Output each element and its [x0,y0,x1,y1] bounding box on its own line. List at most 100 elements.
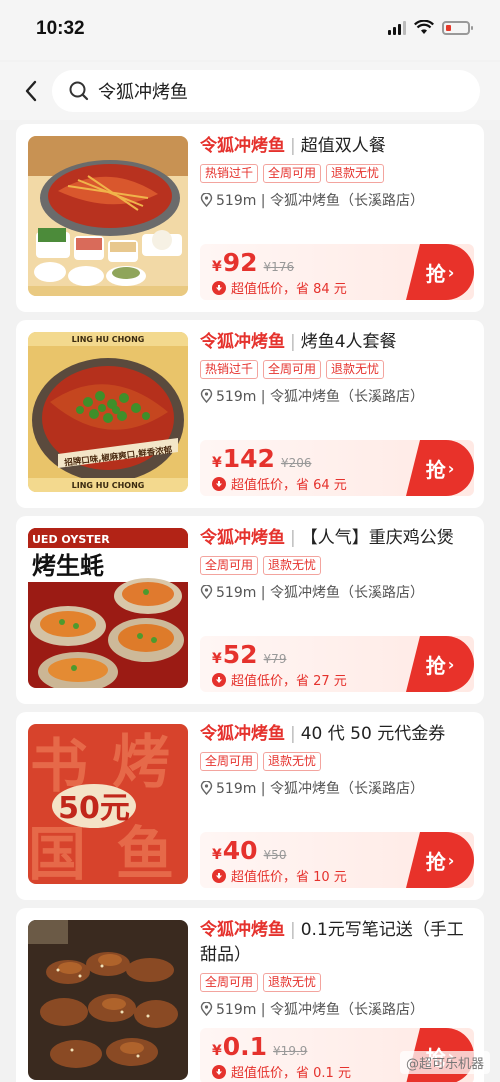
down-arrow-icon [212,280,226,295]
chevron-right-icon: › [447,654,455,674]
search-query: 令狐冲烤鱼 [98,82,188,103]
deal-price: 52 [222,640,258,669]
down-arrow-icon [212,868,226,883]
saving-line: 超值低价，省 64 元 [212,474,347,493]
location-row: 519m | 令狐冲烤鱼（长溪路店） [200,386,474,406]
shop-name: 令狐冲烤鱼 [200,528,285,548]
currency-symbol: ¥ [212,847,222,863]
location-pin-icon [200,1002,213,1016]
tag: 退款无忧 [263,752,322,771]
chevron-right-icon: › [447,458,455,478]
deal-card[interactable]: 令狐冲烤鱼 | 超值双人餐 热销过千 全周可用 退款无忧 519m | 令狐冲烤鱼（… [16,124,484,312]
location-text: 519m | 令狐冲烤鱼（长溪路店） [216,781,424,797]
saving-text: 超值低价，省 0.1 元 [231,1066,351,1081]
deal-info: 令狐冲烤鱼 | 超值双人餐 热销过千 全周可用 退款无忧 519m | 令狐冲烤鱼（… [200,134,474,210]
location-row: 519m | 令狐冲烤鱼（长溪路店） [200,999,474,1019]
chevron-left-icon [25,80,37,102]
currency-symbol: ¥ [212,1043,222,1059]
deal-image-skewers [28,920,188,1080]
price-area: ¥ 40 ¥50 超值低价，省 10 元 抢 › [200,832,474,888]
deal-name: 超值双人餐 [300,136,386,156]
location-pin-icon [200,389,213,403]
down-arrow-icon [212,1064,226,1079]
deal-image-fish-four: LING HU CHONG 招牌口味,椒麻爽口,鲜香浓郁 LING HU CHO… [28,332,188,492]
deal-card[interactable]: UED OYSTER 烤生蚝 令狐冲烤鱼 | 【人气】重庆鸡公煲 全周可用 退款无忧 [16,516,484,704]
deal-image-fish-double [28,136,188,296]
deal-info: 令狐冲烤鱼 | 40 代 50 元代金券 全周可用 退款无忧 519m | 令狐冲烤… [200,722,474,798]
deal-price: 0.1 [222,1032,268,1061]
image-big-text: 50元 [58,791,130,826]
location-text: 519m | 令狐冲烤鱼（长溪路店） [216,1002,424,1018]
deal-info: 令狐冲烤鱼 | 0.1元写笔记送（手工甜品） 全周可用 退款无忧 519m | 令狐… [200,918,474,1019]
original-price: ¥206 [280,456,312,470]
svg-text:鱼: 鱼 [116,820,174,884]
price-line: ¥ 52 ¥79 [212,640,286,669]
search-icon [69,81,89,101]
grab-button[interactable]: 抢› [406,832,474,888]
deal-list: 令狐冲烤鱼 | 超值双人餐 热销过千 全周可用 退款无忧 519m | 令狐冲烤鱼（… [16,124,484,1082]
search-input[interactable]: 令狐冲烤鱼 [52,70,480,112]
location-row: 519m | 令狐冲烤鱼（长溪路店） [200,778,474,798]
deal-price: 40 [222,836,258,865]
price-line: ¥ 92 ¥176 [212,248,294,277]
svg-text:国: 国 [28,820,86,884]
watermark: @超可乐机器 [399,1051,490,1074]
grab-button[interactable]: 抢› [406,636,474,692]
grab-button-label: 抢 [425,457,446,482]
tag: 热销过千 [200,164,259,183]
location-text: 519m | 令狐冲烤鱼（长溪路店） [216,389,424,405]
tag-row: 热销过千 全周可用 退款无忧 [200,360,474,379]
original-price: ¥176 [263,260,295,274]
deal-card[interactable]: LING HU CHONG 招牌口味,椒麻爽口,鲜香浓郁 LING HU CHO… [16,320,484,508]
price-line: ¥ 0.1 ¥19.9 [212,1032,307,1061]
signal-icon [388,20,406,35]
tag: 退款无忧 [326,164,385,183]
price-line: ¥ 142 ¥206 [212,444,311,473]
location-text: 519m | 令狐冲烤鱼（长溪路店） [216,193,424,209]
saving-line: 超值低价，省 0.1 元 [212,1062,351,1081]
saving-text: 超值低价，省 84 元 [231,282,347,297]
status-bar: 10:32 [0,0,500,60]
down-arrow-icon [212,476,226,491]
location-row: 519m | 令狐冲烤鱼（长溪路店） [200,190,474,210]
grab-button[interactable]: 抢› [406,440,474,496]
saving-text: 超值低价，省 27 元 [231,674,347,689]
tag: 全周可用 [200,973,259,992]
price-area: ¥ 92 ¥176 超值低价，省 84 元 抢 › [200,244,474,300]
location-row: 519m | 令狐冲烤鱼（长溪路店） [200,582,474,602]
saving-line: 超值低价，省 10 元 [212,866,347,885]
shop-name: 令狐冲烤鱼 [200,332,285,352]
tag: 全周可用 [263,360,322,379]
tag: 退款无忧 [263,973,322,992]
deal-title: 令狐冲烤鱼 | 【人气】重庆鸡公煲 [200,528,454,548]
status-time: 10:32 [36,18,85,39]
chevron-right-icon: › [447,262,455,282]
image-big-text: 烤生蚝 [32,552,104,580]
saving-text: 超值低价，省 10 元 [231,870,347,885]
wifi-icon [414,20,434,34]
image-bottom-text: LING HU CHONG [72,481,145,490]
price-area: ¥ 142 ¥206 超值低价，省 64 元 抢 › [200,440,474,496]
grab-button-label: 抢 [425,653,446,678]
grab-button-label: 抢 [425,849,446,874]
location-pin-icon [200,193,213,207]
tag-row: 全周可用 退款无忧 [200,556,474,575]
deal-info: 令狐冲烤鱼 | 烤鱼4人套餐 热销过千 全周可用 退款无忧 519m | 令狐冲烤鱼… [200,330,474,406]
tag-row: 全周可用 退款无忧 [200,973,474,992]
search-header: 令狐冲烤鱼 [0,62,500,120]
tag: 全周可用 [200,752,259,771]
original-price: ¥19.9 [273,1044,308,1058]
saving-text: 超值低价，省 64 元 [231,478,347,493]
deal-title: 令狐冲烤鱼 | 超值双人餐 [200,136,386,156]
price-area: ¥ 52 ¥79 超值低价，省 27 元 抢 › [200,636,474,692]
deal-card[interactable]: 书 烤 国 鱼 50元 令狐冲烤鱼 | 40 代 50 元代金券 全周可用 退款无忧… [16,712,484,900]
deal-name: 40 代 50 元代金券 [300,724,446,744]
deal-name: 烤鱼4人套餐 [300,332,397,352]
tag-row: 全周可用 退款无忧 [200,752,474,771]
grab-button[interactable]: 抢› [406,244,474,300]
location-pin-icon [200,781,213,795]
tag-row: 热销过千 全周可用 退款无忧 [200,164,474,183]
back-button[interactable] [20,78,42,104]
deal-image-oyster: UED OYSTER 烤生蚝 [28,528,188,688]
tag: 热销过千 [200,360,259,379]
